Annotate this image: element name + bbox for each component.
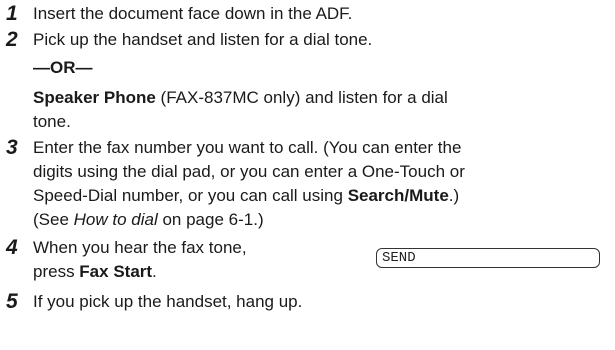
step-text-line: When you hear the fax tone, — [33, 238, 247, 257]
step-alt-text-cont: tone. — [33, 112, 71, 131]
text-segment: . — [152, 262, 157, 281]
step-text-line: digits using the dial pad, or you can en… — [33, 162, 465, 181]
step-text: Insert the document face down in the ADF… — [33, 4, 353, 23]
step-alt-text-rest: (FAX-837MC only) and listen for a dial — [155, 88, 448, 107]
fax-start-key: Fax Start — [79, 262, 153, 281]
step-number: 5 — [6, 290, 18, 313]
step-text-line: (See How to dial on page 6-1.) — [33, 208, 264, 232]
step-text: Pick up the handset and listen for a dia… — [33, 30, 373, 49]
step-number: 3 — [6, 136, 18, 159]
step-alt-text: Speaker Phone (FAX-837MC only) and liste… — [33, 86, 448, 110]
text-segment: (See — [33, 210, 74, 229]
step-number: 4 — [6, 236, 18, 259]
step-text-line: Enter the fax number you want to call. (… — [33, 138, 462, 157]
cross-reference: How to dial — [73, 210, 158, 229]
speaker-phone-key: Speaker Phone — [33, 88, 156, 107]
step-text-line: Speed-Dial number, or you can call using… — [33, 184, 459, 208]
or-separator: —OR— — [33, 58, 93, 77]
text-segment: on page 6-1.) — [157, 210, 264, 229]
text-segment: press — [33, 262, 80, 281]
step-text: If you pick up the handset, hang up. — [33, 292, 303, 311]
step-number: 2 — [6, 28, 18, 51]
step-number: 1 — [6, 2, 18, 25]
text-segment: Speed-Dial number, or you can call using — [33, 186, 348, 205]
text-segment: .) — [448, 186, 460, 205]
search-mute-key: Search/Mute — [347, 186, 449, 205]
step-text-line: press Fax Start. — [33, 260, 157, 284]
lcd-display: SEND — [376, 248, 600, 268]
